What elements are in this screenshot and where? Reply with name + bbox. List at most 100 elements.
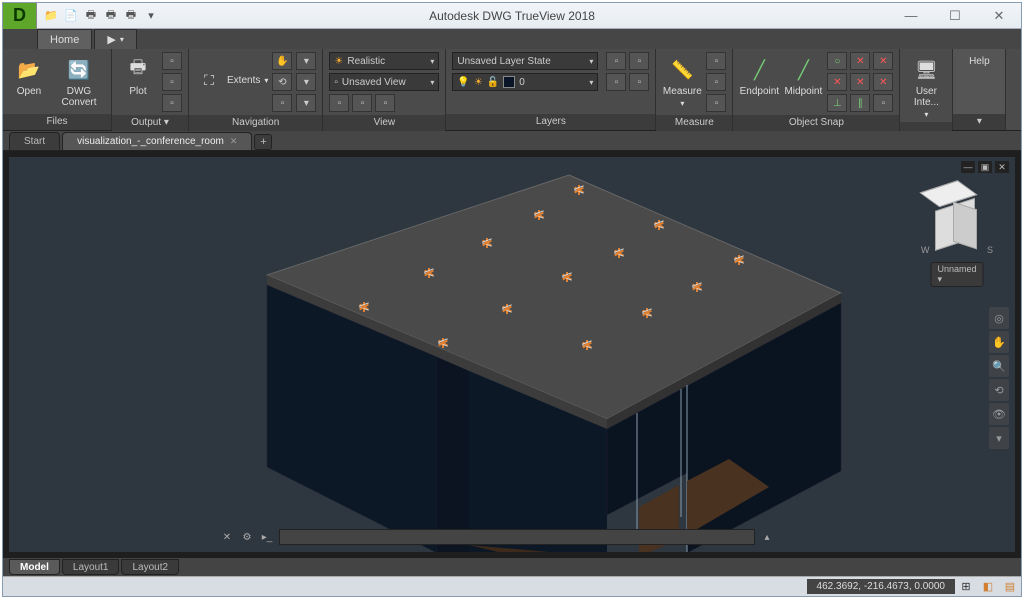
qat-open-icon[interactable]: 📁 [43,8,59,24]
add-tab-button[interactable]: + [254,134,272,150]
output-mini-3[interactable]: ▫ [162,94,182,112]
panel-label-help[interactable]: ▾ [953,114,1005,130]
status-icon-1[interactable]: ⊞ [957,579,975,595]
view-mini-3[interactable]: ▫ [375,94,395,112]
osnap-7[interactable]: ⊥ [827,94,847,112]
measure-mini-1[interactable]: ▫ [706,52,726,70]
qat-print-icon[interactable]: 🖶 [83,8,99,24]
qat-dropdown-icon[interactable]: ▾ [143,8,159,24]
nav-mini-3[interactable]: ▫ [272,94,292,112]
qat-print3-icon[interactable]: 🖶 [123,8,139,24]
nav-wheel-icon[interactable]: ◎ [989,307,1009,329]
layer-state-dropdown[interactable]: Unsaved Layer State▾ [452,52,598,70]
light-marker [569,182,589,198]
endpoint-icon: ╱ [745,56,773,84]
vp-close-icon[interactable]: ✕ [995,161,1009,173]
file-tab-start[interactable]: Start [9,132,60,150]
extents-icon: ⛶ [195,66,223,94]
compass-w: W [921,245,930,269]
close-button[interactable]: ✕ [977,4,1021,28]
app-logo[interactable]: D [3,3,37,29]
navigation-bar: ◎ ✋ 🔍 ⟲ 👁 ▾ [989,307,1009,449]
help-button[interactable]: Help [959,52,999,67]
osnap-5[interactable]: ✕ [850,73,870,91]
nav-more-icon[interactable]: ▾ [989,427,1009,449]
nav-mini-5[interactable]: ▾ [296,73,316,91]
viewcube[interactable]: WS Unnamed ▾ [917,197,997,287]
plot-icon: 🖶 [124,56,152,84]
qat-print2-icon[interactable]: 🖶 [103,8,119,24]
panel-help: Help ▾ [953,49,1006,130]
nav-orbit-icon[interactable]: ⟲ [989,379,1009,401]
osnap-3[interactable]: ✕ [873,52,893,70]
ribbon-tabs: Home ▶▾ [3,29,1021,49]
layer-mini-3[interactable]: ▫ [606,73,626,91]
output-mini-2[interactable]: ▫ [162,73,182,91]
osnap-9[interactable]: ▫ [873,94,893,112]
light-marker [557,269,577,285]
measure-mini-2[interactable]: ▫ [706,73,726,91]
status-icon-2[interactable]: ◧ [979,579,997,595]
light-marker [419,265,439,281]
minimize-button[interactable]: — [889,4,933,28]
pan-button[interactable]: ✋ [272,52,292,70]
output-mini-1[interactable]: ▫ [162,52,182,70]
titlebar: D 📁 📄 🖶 🖶 🖶 ▾ Autodesk DWG TrueView 2018… [3,3,1021,29]
tab-layout1[interactable]: Layout1 [62,559,120,575]
midpoint-button[interactable]: ╱Midpoint [783,52,823,97]
file-tab-active[interactable]: visualization_-_conference_room✕ [62,132,252,150]
nav-zoom-icon[interactable]: 🔍 [989,355,1009,377]
ribbon: 📂Open 🔄DWG Convert Files 🖶Plot ▫ ▫ ▫ Out… [3,49,1021,131]
view-mini-1[interactable]: ▫ [329,94,349,112]
cmd-settings-icon[interactable]: ⚙ [239,529,255,545]
command-input[interactable] [279,529,755,545]
osnap-1[interactable]: ○ [827,52,847,70]
vp-restore-icon[interactable]: ▣ [978,161,992,173]
cmd-expand-icon[interactable]: ▴ [759,529,775,545]
nav-mini-6[interactable]: ▾ [296,94,316,112]
osnap-4[interactable]: ✕ [827,73,847,91]
tab-home[interactable]: Home [37,29,92,49]
panel-label-osnap: Object Snap [733,115,899,131]
dwg-convert-button[interactable]: 🔄DWG Convert [53,52,105,108]
status-icon-3[interactable]: ▤ [1001,579,1019,595]
panel-navigation: ⛶Extents▾ ✋ ⟲ ▫ ▾ ▾ ▾ Navigation [189,49,323,130]
osnap-2[interactable]: ✕ [850,52,870,70]
measure-button[interactable]: 📏Measure▾ [662,52,702,108]
panel-label-view: View [323,115,445,131]
view-preset-dropdown[interactable]: ▫Unsaved View▾ [329,73,439,91]
osnap-8[interactable]: ∥ [850,94,870,112]
cmd-close-icon[interactable]: ✕ [219,529,235,545]
panel-label-navigation: Navigation [189,115,322,131]
tab-play[interactable]: ▶▾ [94,29,136,49]
tab-layout2[interactable]: Layout2 [121,559,179,575]
osnap-6[interactable]: ✕ [873,73,893,91]
layer-mini-1[interactable]: ▫ [606,52,626,70]
light-marker [497,301,517,317]
nav-look-icon[interactable]: 👁 [989,403,1009,425]
qat-save-icon[interactable]: 📄 [63,8,79,24]
viewcube-label[interactable]: Unnamed ▾ [930,262,983,287]
user-interface-button[interactable]: 🖥User Inte...▾ [906,52,946,119]
orbit-button[interactable]: ⟲ [272,73,292,91]
extents-button[interactable]: ⛶Extents▾ [195,52,268,94]
maximize-button[interactable]: ☐ [933,4,977,28]
light-marker [609,245,629,261]
measure-mini-3[interactable]: ▫ [706,94,726,112]
layer-mini-2[interactable]: ▫ [629,52,649,70]
panel-files: 📂Open 🔄DWG Convert Files [3,49,112,130]
app-window: D 📁 📄 🖶 🖶 🖶 ▾ Autodesk DWG TrueView 2018… [2,2,1022,597]
nav-mini-4[interactable]: ▾ [296,52,316,70]
endpoint-button[interactable]: ╱Endpoint [739,52,779,97]
nav-pan-icon[interactable]: ✋ [989,331,1009,353]
plot-button[interactable]: 🖶Plot [118,52,158,97]
close-tab-icon[interactable]: ✕ [230,136,238,147]
open-button[interactable]: 📂Open [9,52,49,97]
viewport-3d[interactable]: — ▣ ✕ [9,157,1015,552]
visual-style-dropdown[interactable]: ☀Realistic▾ [329,52,439,70]
current-layer-dropdown[interactable]: 💡☀🔓0▾ [452,73,598,91]
vp-minimize-icon[interactable]: — [961,161,975,173]
tab-model[interactable]: Model [9,559,60,575]
layer-mini-4[interactable]: ▫ [629,73,649,91]
view-mini-2[interactable]: ▫ [352,94,372,112]
